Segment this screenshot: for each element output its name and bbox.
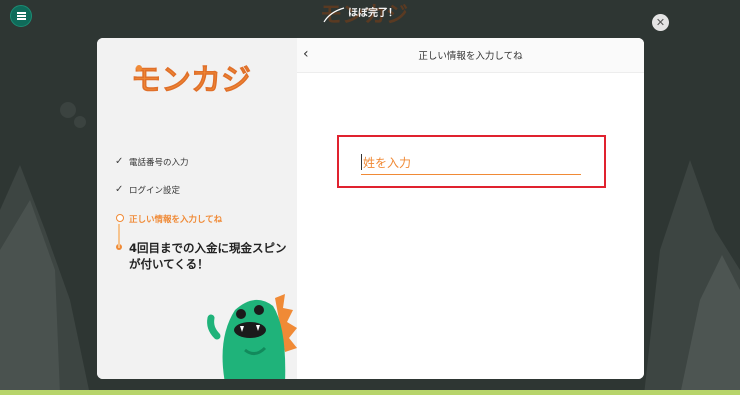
menu-button[interactable] — [10, 5, 32, 27]
hamburger-icon — [16, 15, 26, 17]
step-connector — [118, 224, 120, 248]
close-button[interactable]: ✕ — [652, 14, 669, 31]
modal-header: ‹ 正しい情報を入力してね — [297, 38, 644, 73]
step-login: ✓ ログイン設定 — [115, 184, 295, 196]
modal-title: 正しい情報を入力してね — [418, 51, 523, 62]
current-step-icon — [115, 213, 129, 223]
brand-logo-text: モンカジ — [131, 63, 251, 96]
step-bonus: 4回目までの入金に現金スピンが付いてくる！ — [115, 240, 295, 272]
form-panel: ‹ 正しい情報を入力してね — [297, 38, 644, 379]
checkmark-icon: ✓ — [115, 156, 124, 167]
brand-logo: モンカジ — [131, 63, 252, 96]
progress-note: ほぼ完了！ — [348, 8, 398, 19]
step-phone: ✓ 電話番号の入力 — [115, 156, 295, 168]
step-label: 電話番号の入力 — [129, 158, 189, 168]
text-caret — [361, 154, 362, 170]
step-label: 4回目までの入金に現金スピンが付いてくる！ — [129, 241, 287, 271]
last-name-input[interactable] — [361, 152, 581, 175]
close-icon: ✕ — [655, 16, 666, 29]
step-info: 正しい情報を入力してね — [115, 213, 295, 225]
step-label: ログイン設定 — [129, 186, 181, 196]
registration-modal: モンカジ ✓ 電話番号の入力 ✓ ログイン設定 正しい情報を入力してね 4回目ま… — [97, 38, 644, 379]
mascot-illustration — [207, 294, 297, 379]
progress-panel: モンカジ ✓ 電話番号の入力 ✓ ログイン設定 正しい情報を入力してね 4回目ま… — [97, 38, 297, 379]
checkmark-icon: ✓ — [115, 184, 124, 195]
step-label: 正しい情報を入力してね — [129, 215, 223, 225]
